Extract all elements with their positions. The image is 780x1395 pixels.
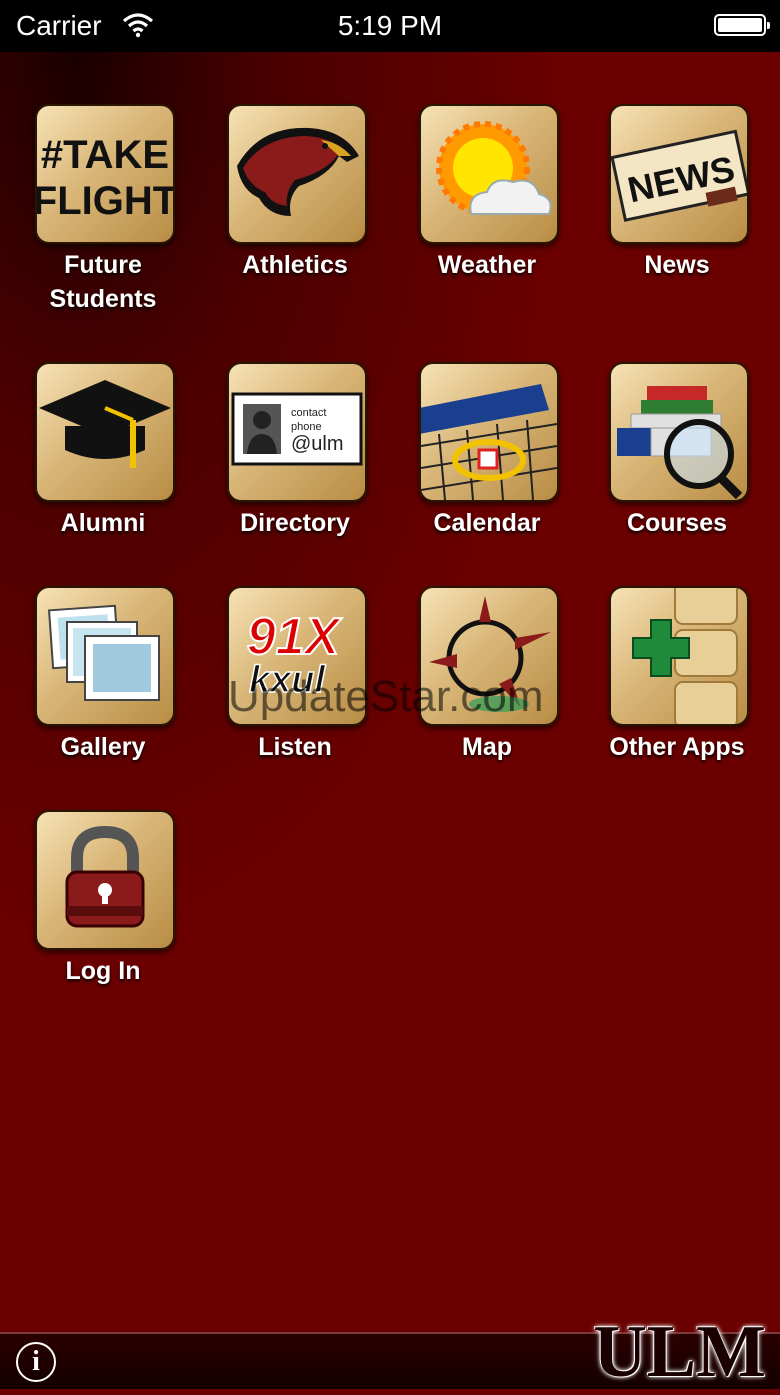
tile-gallery[interactable]: Gallery [8,586,198,816]
clock: 5:19 PM [337,10,443,41]
info-button[interactable]: i [16,1342,56,1382]
tile-label: Athletics [242,251,348,279]
tile-label: News [644,251,710,279]
tile-directory[interactable]: contact phone @ulm Directory [200,362,390,592]
tile-label: Calendar [433,509,541,537]
tile-label: Directory [240,509,350,537]
calendar-icon [419,362,559,502]
home-grid: #TAKE FLIGHT Future Students Athletics W… [0,52,780,1332]
tile-label: Weather [437,251,537,279]
directory-phone-text: phone [291,421,322,433]
battery-icon [714,14,770,36]
warhawk-icon [227,104,367,244]
plus-icon [609,586,749,726]
tile-calendar[interactable]: Calendar [392,362,582,592]
lock-icon [35,810,175,950]
tile-label: Courses [626,509,728,537]
tile-label: Listen [258,733,332,761]
newspaper-icon: NEWS [609,104,749,244]
tile-other-apps[interactable]: Other Apps [582,586,772,816]
take-flight-icon: #TAKE FLIGHT [35,104,175,244]
sun-cloud-icon [419,104,559,244]
tile-news[interactable]: NEWS News [582,104,772,334]
directory-ulm-text: @ulm [291,433,344,455]
take-flight-line1: #TAKE [41,133,169,177]
tile-courses[interactable]: Courses [582,362,772,592]
tile-label: Map [462,733,512,761]
directory-contact-text: contact [291,407,326,419]
tile-log-in[interactable]: Log In [8,810,198,1040]
tile-future-students[interactable]: #TAKE FLIGHT Future Students [8,104,198,334]
photos-icon [35,586,175,726]
take-flight-line2: FLIGHT [37,179,173,223]
tile-weather[interactable]: Weather [392,104,582,334]
tile-label: Alumni [60,509,146,537]
contact-card-icon: contact phone @ulm [227,362,367,502]
radio-freq-text: 91X [247,608,343,666]
ulm-logo: ULM [593,1311,766,1393]
graduation-cap-icon [35,362,175,502]
tile-label: Future Students [49,251,157,313]
tile-label: Log In [65,957,141,985]
tile-label: Other Apps [609,733,745,761]
tile-alumni[interactable]: Alumni [8,362,198,592]
status-bar: Carrier 5:19 PM [0,0,780,52]
books-magnifier-icon [609,362,749,502]
tile-athletics[interactable]: Athletics [200,104,390,334]
tile-label: Gallery [60,733,146,761]
watermark: UpdateStar.com [228,672,544,721]
